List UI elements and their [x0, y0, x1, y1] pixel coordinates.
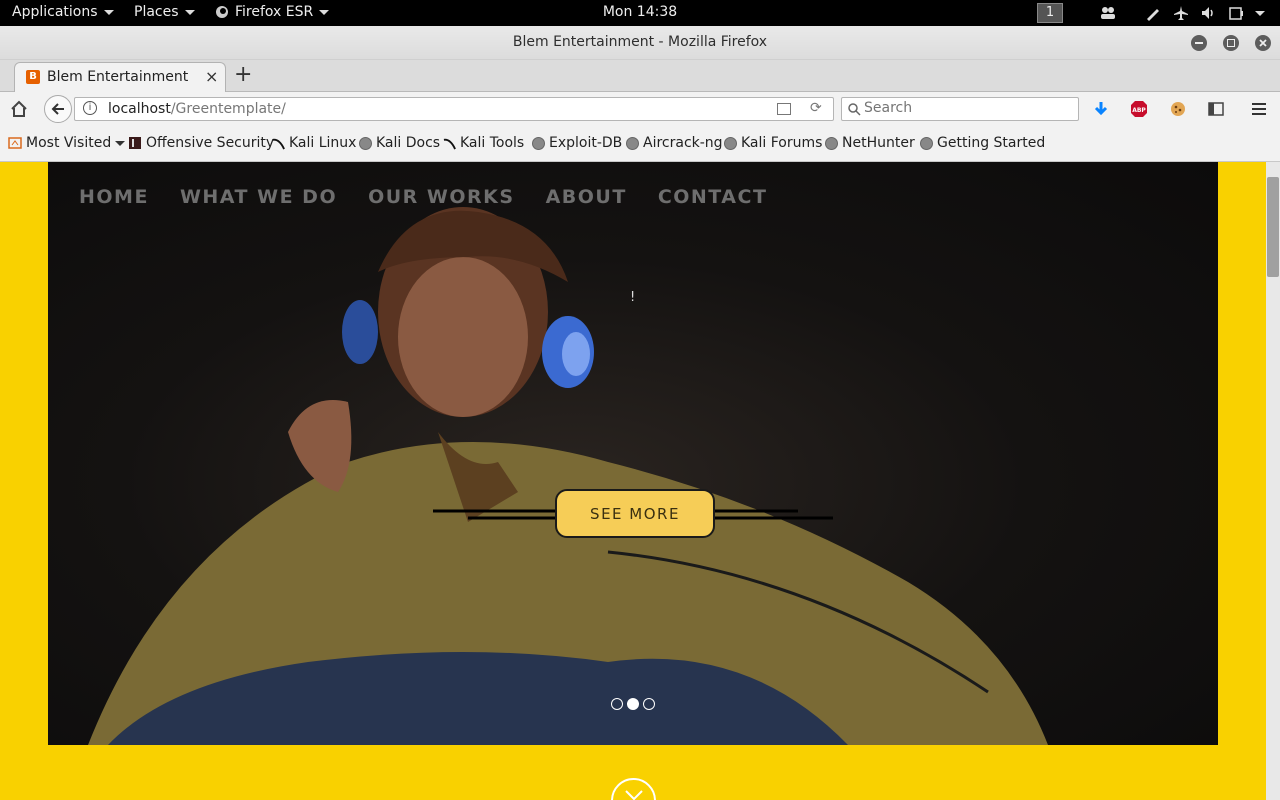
nav-what-we-do[interactable]: WHAT WE DO: [180, 186, 337, 208]
downloads-button[interactable]: [1092, 100, 1110, 118]
bookmark-label: Exploit-DB: [549, 135, 623, 151]
bookmark-label: Kali Forums: [741, 135, 823, 151]
hamburger-menu-icon[interactable]: [1250, 100, 1268, 118]
scroll-down-button[interactable]: [611, 778, 656, 800]
search-box[interactable]: [841, 97, 1079, 121]
globe-icon: [920, 136, 933, 150]
nav-contact[interactable]: CONTACT: [658, 186, 768, 208]
globe-icon: [626, 136, 639, 150]
kali-icon: [443, 138, 456, 149]
bookmark-nethunter[interactable]: NetHunter: [825, 135, 915, 151]
bookmark-label: NetHunter: [842, 135, 915, 151]
bookmark-label: Most Visited: [26, 135, 112, 151]
bookmark-kali-linux[interactable]: Kali Linux: [272, 135, 356, 151]
bookmark-label: Getting Started: [937, 135, 1046, 151]
new-tab-button[interactable]: +: [234, 62, 252, 87]
slider-pagination: [611, 698, 655, 710]
site-info-icon[interactable]: i: [83, 101, 97, 115]
bookmark-kali-tools[interactable]: Kali Tools: [443, 135, 524, 151]
url-path: /Greentemplate/: [170, 101, 286, 117]
search-input[interactable]: [864, 100, 1074, 116]
globe-icon: [825, 136, 838, 150]
address-url[interactable]: localhost/Greentemplate/: [108, 101, 286, 117]
battery-icon[interactable]: [1228, 5, 1244, 21]
download-arrow-icon: [1094, 102, 1108, 116]
bookmark-aircrack-ng[interactable]: Aircrack-ng: [626, 135, 723, 151]
bookmark-exploit-db[interactable]: Exploit-DB: [532, 135, 622, 151]
bookmark-label: Kali Docs: [376, 135, 441, 151]
bookmark-kali-forums[interactable]: Kali Forums: [724, 135, 822, 151]
bookmark-getting-started[interactable]: Getting Started: [920, 135, 1045, 151]
site-favicon-icon: B: [26, 70, 40, 84]
home-button[interactable]: [10, 100, 28, 118]
bookmark-kali-docs[interactable]: Kali Docs: [359, 135, 440, 151]
slide-dot-1[interactable]: [611, 698, 623, 710]
maximize-button[interactable]: [1223, 35, 1239, 51]
system-top-bar: Applications Places Firefox ESR Mon 14:3…: [0, 0, 1280, 26]
bookmark-most-visited[interactable]: Most Visited: [8, 135, 126, 151]
navigation-bar: i localhost/Greentemplate/ ⟳ ABP: [0, 92, 1280, 126]
tab-blem-entertainment[interactable]: B Blem Entertainment ×: [14, 62, 226, 93]
people-icon[interactable]: [1100, 5, 1116, 21]
hero-caption: !: [630, 290, 636, 305]
address-bar[interactable]: i localhost/Greentemplate/ ⟳: [74, 97, 834, 121]
search-icon: [848, 103, 861, 116]
page-scrollbar[interactable]: [1266, 162, 1280, 800]
home-icon: [11, 100, 27, 117]
volume-icon[interactable]: [1200, 5, 1216, 21]
slide-dot-2[interactable]: [627, 698, 639, 710]
globe-icon: [724, 136, 737, 150]
close-icon: [1259, 39, 1267, 47]
web-page: HOME WHAT WE DO OUR WORKS ABOUT CONTACT …: [0, 162, 1266, 800]
hero-photo: [88, 207, 1048, 745]
slide-dot-3[interactable]: [643, 698, 655, 710]
tab-strip: B Blem Entertainment × +: [0, 60, 1280, 93]
bookmark-label: Aircrack-ng: [643, 135, 723, 151]
reader-view-icon[interactable]: [777, 103, 791, 115]
chevron-down-icon: [624, 790, 643, 800]
bookmark-offensive-security[interactable]: Offensive Security: [128, 135, 274, 151]
chevron-down-icon: [115, 140, 126, 146]
close-window-button[interactable]: [1255, 35, 1271, 51]
window-title: Blem Entertainment - Mozilla Firefox: [512, 34, 768, 50]
most-visited-icon: [8, 137, 22, 149]
minimize-button[interactable]: [1191, 35, 1207, 51]
kali-icon: [272, 138, 285, 149]
globe-icon: [359, 136, 372, 150]
bookmark-label: Kali Tools: [460, 135, 525, 151]
svg-text:ABP: ABP: [1132, 107, 1146, 114]
close-tab-icon[interactable]: ×: [205, 67, 218, 86]
system-menu-chevron-icon[interactable]: [1252, 5, 1268, 21]
scrollbar-thumb[interactable]: [1267, 177, 1279, 277]
airplane-mode-icon[interactable]: [1173, 5, 1189, 21]
back-button[interactable]: [44, 95, 72, 123]
clock[interactable]: Mon 14:38: [0, 4, 1280, 20]
maximize-icon: [1227, 39, 1235, 47]
globe-icon: [532, 136, 545, 150]
bookmark-label: Kali Linux: [289, 135, 357, 151]
nav-home[interactable]: HOME: [79, 186, 149, 208]
see-more-button[interactable]: SEE MORE: [555, 489, 715, 538]
main-navigation: HOME WHAT WE DO OUR WORKS ABOUT CONTACT: [79, 186, 767, 208]
pen-icon[interactable]: [1145, 5, 1161, 21]
tab-label: Blem Entertainment: [47, 69, 189, 85]
workspace-indicator[interactable]: 1: [1037, 3, 1063, 23]
nav-about[interactable]: ABOUT: [546, 186, 627, 208]
minimize-icon: [1195, 42, 1203, 44]
back-arrow-icon: [51, 103, 64, 115]
offsec-icon: [129, 137, 141, 149]
hero-slider: HOME WHAT WE DO OUR WORKS ABOUT CONTACT …: [48, 162, 1218, 745]
reload-icon[interactable]: ⟳: [810, 100, 822, 116]
url-host: localhost: [108, 101, 171, 117]
sidebar-toggle-icon[interactable]: [1207, 100, 1225, 118]
bookmarks-toolbar: Most Visited Offensive Security Kali Lin…: [0, 126, 1280, 162]
nav-our-works[interactable]: OUR WORKS: [368, 186, 514, 208]
cookie-icon[interactable]: [1169, 100, 1187, 118]
adblock-plus-icon[interactable]: ABP: [1130, 100, 1148, 118]
bookmark-label: Offensive Security: [146, 135, 275, 151]
window-title-bar: Blem Entertainment - Mozilla Firefox: [0, 26, 1280, 60]
